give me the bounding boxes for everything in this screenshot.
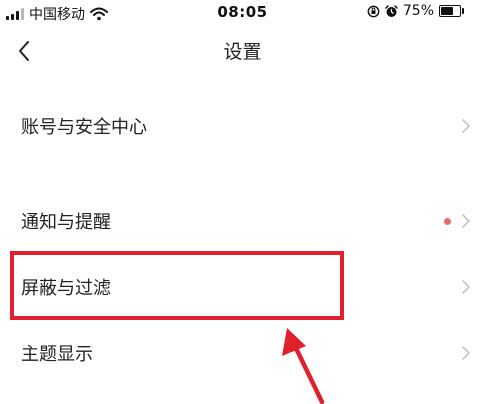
page-title: 设置 xyxy=(223,41,262,63)
notification-badge xyxy=(444,218,451,225)
settings-item-theme-display[interactable]: 主题显示 xyxy=(0,325,485,381)
nav-bar: 设置 xyxy=(0,26,485,76)
chevron-right-icon xyxy=(462,280,470,294)
orientation-lock-icon xyxy=(367,5,380,17)
chevron-right-icon xyxy=(462,214,470,228)
settings-item-label: 通知与提醒 xyxy=(21,212,111,233)
status-right: 75% xyxy=(367,3,464,19)
chevron-right-icon xyxy=(462,346,470,360)
settings-item-label: 屏蔽与过滤 xyxy=(21,278,111,299)
settings-item-block-filter[interactable]: 屏蔽与过滤 xyxy=(0,259,485,315)
chevron-right-icon xyxy=(462,119,470,133)
settings-item-account-security[interactable]: 账号与安全中心 xyxy=(0,98,485,154)
battery-percent: 75% xyxy=(402,3,434,19)
section-divider xyxy=(0,154,485,194)
settings-item-label: 账号与安全中心 xyxy=(21,117,147,138)
battery-fill xyxy=(441,7,453,15)
status-bar: 中国移动 08:05 75% xyxy=(0,0,485,26)
settings-screen: 中国移动 08:05 75% 设置 账号与安全中心 通知与提醒 屏蔽与过滤 主题… xyxy=(0,0,485,404)
alarm-icon xyxy=(385,4,398,17)
settings-item-label: 主题显示 xyxy=(21,344,93,365)
battery-icon xyxy=(439,5,464,17)
settings-item-notifications[interactable]: 通知与提醒 xyxy=(0,193,485,249)
